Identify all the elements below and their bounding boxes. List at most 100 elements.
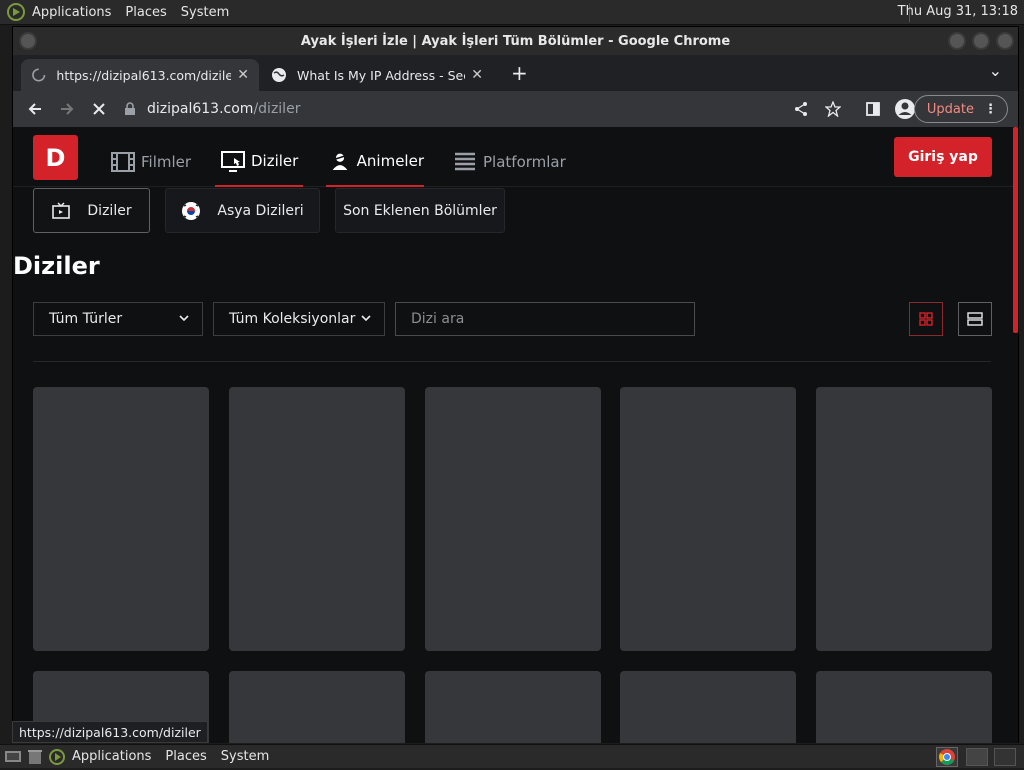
top-menu-system[interactable]: System (181, 5, 229, 20)
back-button[interactable] (21, 95, 49, 123)
series-search-input[interactable] (395, 302, 695, 336)
nav-label: Filmler (141, 153, 192, 171)
grid-icon (919, 312, 933, 326)
film-icon (111, 152, 135, 172)
url-host: dizipal613.com (147, 101, 254, 117)
side-panel-button[interactable] (859, 95, 887, 123)
anime-icon (332, 153, 348, 171)
share-icon (795, 102, 807, 116)
site-logo[interactable]: D (33, 135, 78, 180)
arrow-right-icon (61, 103, 74, 115)
page-scrollbar[interactable] (1013, 127, 1018, 333)
trash-applet-icon[interactable] (26, 748, 44, 766)
login-button[interactable]: Giriş yap (894, 137, 992, 177)
clock[interactable]: Thu Aug 31, 13:18 (898, 4, 1018, 19)
tab-strip: https://dizipal613.com/diziler ✕ What Is… (13, 55, 1018, 91)
nav-label: Diziler (251, 152, 299, 170)
chrome-window: Ayak İşleri İzle | Ayak İşleri Tüm Bölüm… (12, 26, 1019, 743)
nav-label: Animeler (356, 152, 424, 170)
chrome-taskbar-button[interactable] (936, 747, 958, 767)
tab-whatismyip[interactable]: What Is My IP Address - See Yo ✕ (261, 59, 493, 91)
url-path: /diziler (253, 101, 301, 117)
new-tab-button[interactable]: + (511, 61, 528, 85)
tab-close-icon[interactable]: ✕ (231, 67, 249, 83)
genre-select-value: Tüm Türler (49, 311, 123, 327)
list-rows-icon (967, 312, 983, 326)
subtab-label: Asya Dizileri (217, 202, 304, 219)
subtab-label: Son Eklenen Bölümler (343, 202, 497, 219)
chevron-down-icon (361, 315, 371, 322)
chrome-icon (939, 749, 955, 765)
genre-select[interactable]: Tüm Türler (33, 302, 203, 336)
bottom-menu-applications[interactable]: Applications (72, 749, 151, 764)
subtab-label: Diziler (87, 202, 132, 219)
stop-button[interactable] (85, 95, 113, 123)
series-card-placeholder[interactable] (620, 671, 796, 743)
korea-flag-icon (182, 201, 201, 220)
list-view-button[interactable] (958, 302, 992, 336)
tv-small-icon (52, 201, 71, 219)
page-title: Diziler (13, 252, 100, 280)
update-button[interactable]: Update ⋮ (913, 95, 1008, 123)
nav-animeler[interactable]: Animeler (326, 137, 424, 187)
series-card-placeholder[interactable] (620, 387, 796, 651)
lock-icon[interactable] (123, 102, 137, 116)
minimize-button[interactable] (948, 32, 966, 50)
series-card-placeholder[interactable] (33, 387, 209, 651)
nav-platformlar[interactable]: Platformlar (453, 137, 566, 187)
workspace-2[interactable] (994, 748, 1016, 766)
series-card-placeholder[interactable] (229, 387, 405, 651)
series-card-placeholder[interactable] (816, 387, 992, 651)
arrow-left-icon (28, 103, 41, 115)
tab-dizipal[interactable]: https://dizipal613.com/diziler ✕ (21, 59, 259, 91)
grid-view-button[interactable] (909, 302, 943, 336)
nav-label: Platformlar (483, 153, 566, 171)
nav-diziler[interactable]: Diziler (215, 137, 303, 187)
window-titlebar[interactable]: Ayak İşleri İzle | Ayak İşleri Tüm Bölüm… (13, 27, 1018, 55)
show-desktop-icon[interactable] (4, 748, 22, 766)
tab-close-icon[interactable]: ✕ (465, 67, 483, 83)
collection-select-value: Tüm Koleksiyonlar (229, 311, 356, 327)
close-window-button[interactable] (996, 32, 1014, 50)
workspace-1[interactable] (966, 748, 988, 766)
series-card-placeholder[interactable] (425, 671, 601, 743)
chevron-down-icon (179, 315, 189, 322)
subtab-diziler[interactable]: Diziler (33, 188, 150, 233)
browser-toolbar: dizipal613.com/diziler Update ⋮ (13, 91, 1018, 127)
bookmark-button[interactable] (819, 95, 847, 123)
site-header: D Filmler Diziler Animeler Platformlar G… (13, 127, 1013, 187)
globe-icon (272, 68, 286, 82)
tab-title: What Is My IP Address - See Yo (297, 67, 465, 83)
menu-dots-icon[interactable]: ⋮ (984, 102, 997, 117)
window-menu-button[interactable] (19, 32, 37, 50)
subtab-son-eklenen[interactable]: Son Eklenen Bölümler (335, 188, 505, 233)
gnome-foot-icon[interactable] (48, 748, 66, 766)
side-panel-icon (866, 102, 880, 116)
forward-button[interactable] (53, 95, 81, 123)
loading-spinner-icon (32, 68, 46, 82)
divider (33, 361, 991, 362)
bottom-panel: Applications Places System (0, 744, 1024, 768)
nav-filmler[interactable]: Filmler (111, 137, 191, 187)
top-menu-applications[interactable]: Applications (32, 5, 111, 20)
series-card-placeholder[interactable] (425, 387, 601, 651)
star-icon (825, 101, 841, 117)
avatar-icon (895, 99, 915, 119)
maximize-button[interactable] (972, 32, 990, 50)
share-button[interactable] (787, 95, 815, 123)
gnome-foot-icon[interactable] (6, 2, 26, 22)
tab-search-button[interactable]: ⌄ (989, 61, 1002, 80)
series-card-placeholder[interactable] (816, 671, 992, 743)
series-card-placeholder[interactable] (229, 671, 405, 743)
close-icon (93, 103, 105, 115)
bottom-menu-places[interactable]: Places (165, 749, 206, 764)
bottom-menu-system[interactable]: System (221, 749, 269, 764)
top-panel: Applications Places System Thu Aug 31, 1… (0, 0, 1024, 25)
subtab-asya-dizileri[interactable]: Asya Dizileri (165, 188, 320, 233)
update-label: Update (926, 101, 974, 117)
status-bubble-url: https://dizipal613.com/diziler (12, 721, 208, 743)
web-page: D Filmler Diziler Animeler Platformlar G… (13, 127, 1018, 743)
collection-select[interactable]: Tüm Koleksiyonlar (213, 302, 385, 336)
address-bar[interactable]: dizipal613.com/diziler (123, 96, 813, 122)
top-menu-places[interactable]: Places (125, 5, 166, 20)
